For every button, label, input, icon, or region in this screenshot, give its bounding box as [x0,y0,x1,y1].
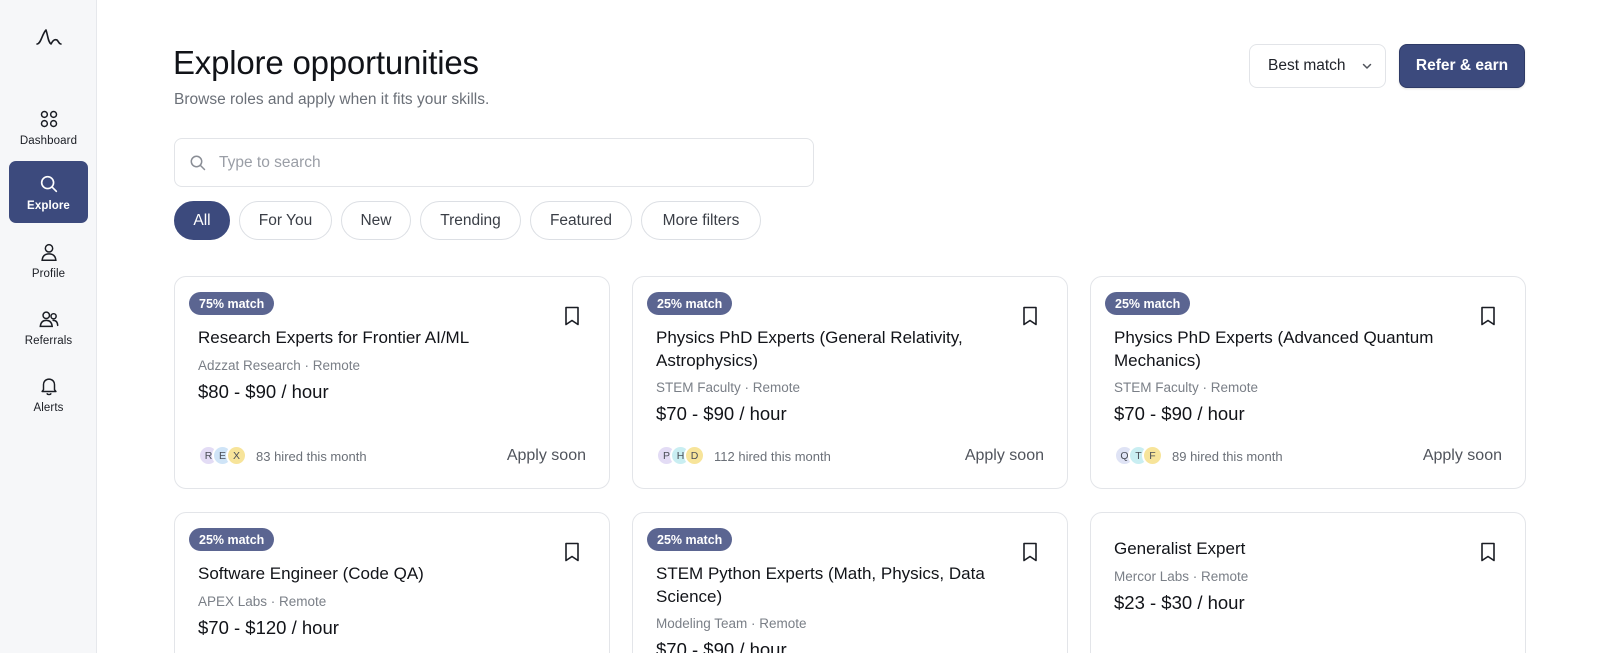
chevron-down-icon [1362,63,1372,69]
user-icon [40,243,57,261]
job-card[interactable]: 25% match Physics PhD Experts (General R… [632,276,1068,489]
search-icon [40,175,57,192]
job-card[interactable]: Generalist Expert Mercor Labs · Remote $… [1090,512,1526,653]
job-meta: STEM Faculty · Remote [1114,380,1259,395]
job-card[interactable]: 25% match Software Engineer (Code QA) AP… [174,512,610,653]
hired-count: 89 hired this month [1172,449,1283,464]
job-rate: $70 - $90 / hour [656,639,787,653]
bookmark-icon[interactable] [1020,305,1040,327]
bookmark-icon[interactable] [1020,541,1040,563]
bell-icon [40,377,57,395]
job-title[interactable]: Physics PhD Experts (Advanced Quantum Me… [1114,327,1454,372]
page-title: Explore opportunities [173,44,479,81]
hired-count: 83 hired this month [256,449,367,464]
job-title[interactable]: Software Engineer (Code QA) [198,563,538,586]
sort-select[interactable]: Best match [1249,44,1386,88]
job-card[interactable]: 25% match Physics PhD Experts (Advanced … [1090,276,1526,489]
job-meta: APEX Labs · Remote [198,594,327,609]
job-rate: $23 - $30 / hour [1114,592,1245,613]
page-subtitle: Browse roles and apply when it fits your… [174,91,490,108]
apply-soon-label[interactable]: Apply soon [965,447,1044,465]
avatar: F [1142,445,1163,466]
search-icon [190,155,206,171]
bookmark-icon[interactable] [562,541,582,563]
sidebar: Dashboard Explore Profile Referrals Aler… [0,0,97,653]
apply-soon-label[interactable]: Apply soon [1423,447,1502,465]
job-title[interactable]: Research Experts for Frontier AI/ML [198,327,538,350]
filter-trending[interactable]: Trending [420,201,521,240]
sidebar-item-label: Referrals [24,334,73,347]
filter-for-you[interactable]: For You [239,201,332,240]
bookmark-icon[interactable] [1478,305,1498,327]
search-box[interactable] [174,138,814,187]
job-rate: $70 - $90 / hour [656,403,787,424]
refer-and-earn-button[interactable]: Refer & earn [1399,44,1525,88]
bookmark-icon[interactable] [1478,541,1498,563]
match-badge: 25% match [647,528,733,551]
filter-all[interactable]: All [174,201,230,240]
job-rate: $70 - $90 / hour [1114,403,1245,424]
hired-avatars: R E X [198,445,252,467]
sidebar-item-explore[interactable]: Explore [9,161,88,223]
avatar: D [684,445,705,466]
sidebar-item-label: Alerts [33,401,64,414]
match-badge: 25% match [1105,292,1191,315]
grid-icon [40,110,57,127]
job-meta: Modeling Team · Remote [656,616,807,631]
sort-select-value: Best match [1268,57,1346,74]
hired-avatars: Q T F [1114,445,1168,467]
hired-avatars: P H D [656,445,710,467]
sidebar-item-referrals[interactable]: Referrals [9,296,88,358]
job-title[interactable]: Physics PhD Experts (General Relativity,… [656,327,996,372]
job-meta: Mercor Labs · Remote [1114,569,1249,584]
sidebar-item-profile[interactable]: Profile [9,229,88,291]
sidebar-item-label: Dashboard [19,134,78,147]
job-card[interactable]: 25% match STEM Python Experts (Math, Phy… [632,512,1068,653]
match-badge: 25% match [189,528,275,551]
sidebar-item-label: Explore [27,199,70,212]
avatar: X [226,445,247,466]
job-rate: $70 - $120 / hour [198,617,339,638]
filter-more-filters[interactable]: More filters [641,201,761,240]
job-card[interactable]: 75% match Research Experts for Frontier … [174,276,610,489]
job-title[interactable]: Generalist Expert [1114,538,1454,561]
match-badge: 75% match [189,292,275,315]
search-input[interactable] [219,139,799,186]
logo-icon[interactable] [35,26,63,50]
job-meta: STEM Faculty · Remote [656,380,801,395]
sidebar-item-alerts[interactable]: Alerts [9,363,88,425]
hired-count: 112 hired this month [714,449,831,464]
sidebar-item-dashboard[interactable]: Dashboard [9,96,88,158]
sidebar-item-label: Profile [31,267,66,280]
bookmark-icon[interactable] [562,305,582,327]
filter-featured[interactable]: Featured [530,201,632,240]
match-badge: 25% match [647,292,733,315]
job-rate: $80 - $90 / hour [198,381,329,402]
job-meta: Adzzat Research · Remote [198,358,361,373]
apply-soon-label[interactable]: Apply soon [507,447,586,465]
filter-new[interactable]: New [341,201,411,240]
users-icon [38,310,58,327]
job-title[interactable]: STEM Python Experts (Math, Physics, Data… [656,563,996,608]
